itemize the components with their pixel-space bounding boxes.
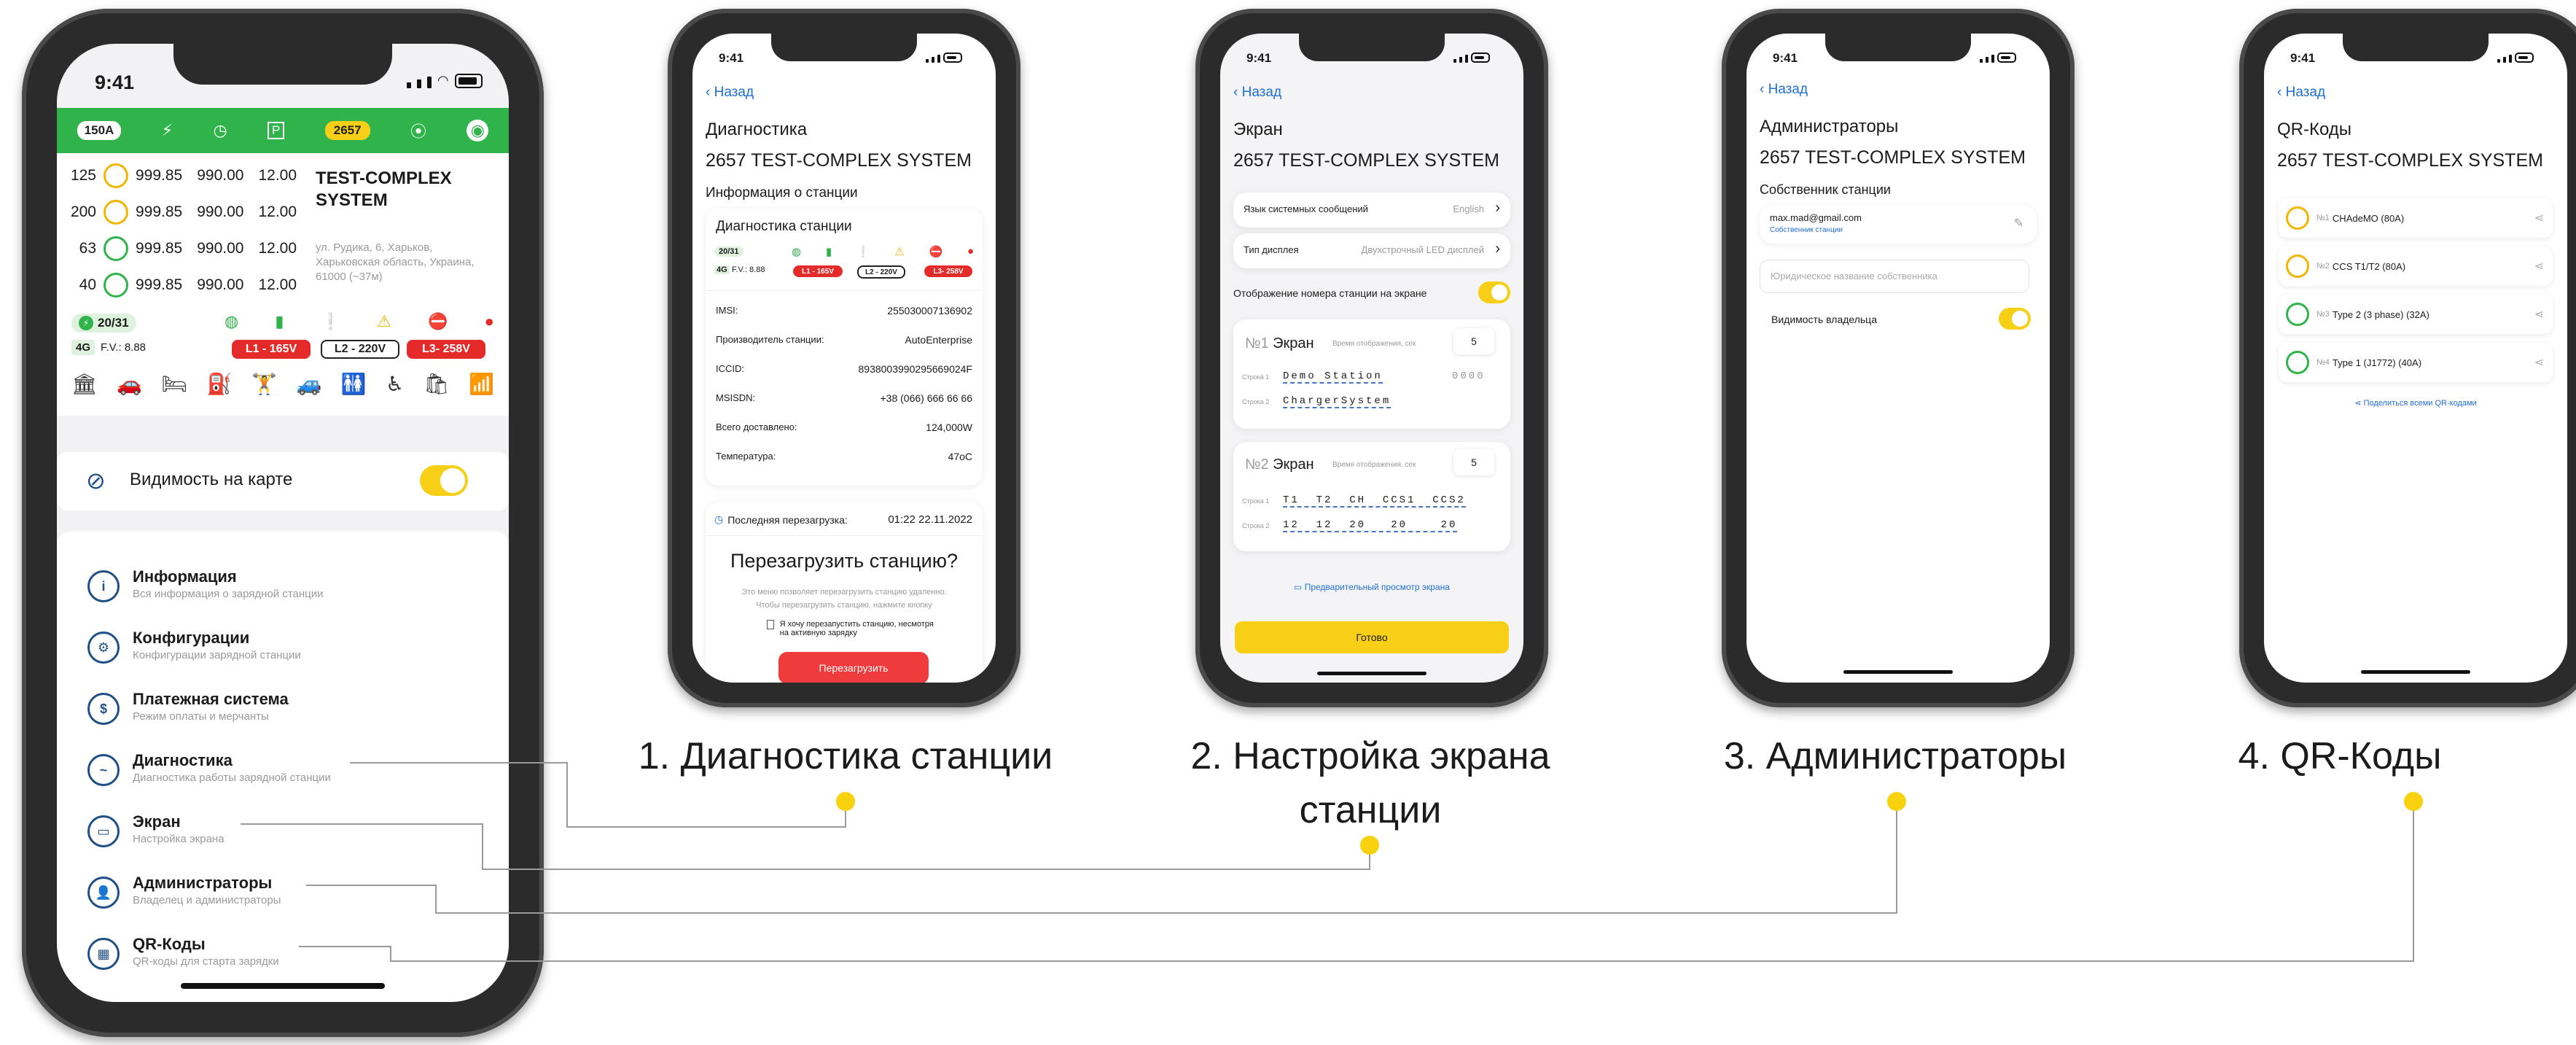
- connector-screen: [241, 823, 1370, 870]
- marker-dot-diagnostics: [836, 792, 855, 811]
- marker-dot-screen: [1360, 836, 1379, 855]
- marker-dot-admins: [1887, 792, 1906, 811]
- connector-qr: [299, 801, 2414, 962]
- connector-lines: [241, 762, 2414, 962]
- connector-diagnostics: [350, 762, 846, 828]
- connector-admins: [306, 801, 1897, 914]
- marker-dot-qr: [2404, 792, 2423, 811]
